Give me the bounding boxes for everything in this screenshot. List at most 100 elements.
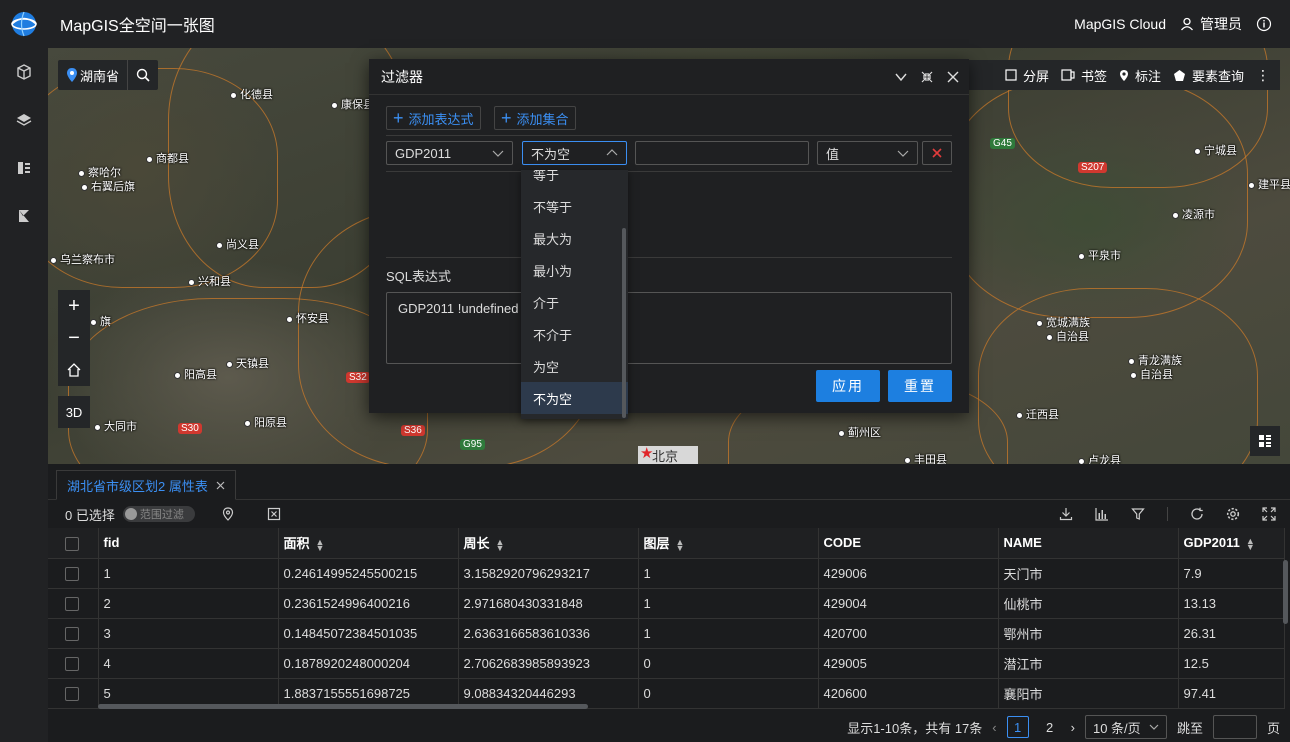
apply-button[interactable]: 应用 bbox=[816, 370, 880, 402]
settings-icon[interactable] bbox=[1226, 507, 1240, 521]
dropdown-option[interactable]: 最小为 bbox=[521, 254, 628, 286]
jump-page-input[interactable] bbox=[1212, 715, 1257, 739]
more-vertical-icon[interactable]: ⋮ bbox=[1256, 67, 1270, 84]
column-header[interactable]: NAME bbox=[998, 528, 1179, 559]
table-cell: 4 bbox=[98, 648, 279, 679]
zoom-in-button[interactable]: + bbox=[58, 290, 90, 322]
fullscreen-icon[interactable] bbox=[1262, 507, 1276, 521]
location-selector[interactable]: 湖南省 bbox=[58, 60, 159, 90]
range-filter-toggle[interactable]: 范围过滤 bbox=[122, 506, 195, 522]
column-header[interactable]: 图层 ▲ ▼ bbox=[638, 528, 819, 559]
shrink-icon[interactable] bbox=[921, 71, 933, 83]
select-all-checkbox[interactable] bbox=[48, 528, 99, 559]
basemap-switch-button[interactable] bbox=[1250, 426, 1280, 456]
toolbar-separator bbox=[1167, 507, 1168, 521]
road-shield: S36 bbox=[401, 425, 425, 436]
dropdown-option[interactable]: 介于 bbox=[521, 286, 628, 318]
table-row[interactable]: 1 0.24614995245500215 3.1582920796293217 1 4… bbox=[48, 558, 1285, 589]
table-cell: 2.971680430331848 bbox=[458, 588, 639, 619]
table-cell: 天门市 bbox=[998, 558, 1179, 589]
dropdown-option[interactable]: 最大为 bbox=[521, 222, 628, 254]
chevron-down-icon[interactable] bbox=[895, 71, 907, 83]
page-2[interactable]: 2 bbox=[1039, 716, 1061, 738]
value-type-select[interactable]: 值 bbox=[817, 141, 918, 165]
dropdown-option-selected[interactable]: 不为空 bbox=[521, 382, 628, 414]
next-page-icon[interactable]: › bbox=[1071, 720, 1075, 735]
add-set-button[interactable]: + 添加集合 bbox=[494, 106, 576, 130]
row-checkbox[interactable] bbox=[48, 618, 99, 649]
operator-select[interactable]: 不为空 bbox=[522, 141, 627, 165]
chart-icon[interactable] bbox=[1095, 507, 1109, 521]
jump-label: 跳至 bbox=[1176, 720, 1203, 736]
table-row[interactable]: 2 0.2361524996400216 2.971680430331848 1 429… bbox=[48, 588, 1285, 619]
table-cell: 7.9 bbox=[1178, 558, 1285, 589]
sidebar-cube-icon[interactable] bbox=[0, 48, 48, 96]
bookmark-button[interactable]: 书签 bbox=[1061, 66, 1107, 85]
feature-query-button[interactable]: 要素查询 bbox=[1173, 66, 1244, 85]
dropdown-option[interactable]: 不介于 bbox=[521, 318, 628, 350]
table-cell: 3.1582920796293217 bbox=[458, 558, 639, 589]
vertical-scrollbar[interactable] bbox=[1283, 560, 1288, 624]
table-cell: 2 bbox=[98, 588, 279, 619]
sidebar-list-icon[interactable] bbox=[0, 144, 48, 192]
selected-count: 0 已选择 bbox=[65, 507, 115, 523]
panel-tabbar: 湖北省市级区划2 属性表 bbox=[48, 464, 1290, 500]
dropdown-option[interactable]: 为空 bbox=[521, 350, 628, 382]
3d-toggle-button[interactable]: 3D bbox=[58, 396, 90, 428]
road-shield: S30 bbox=[178, 423, 202, 434]
value-input[interactable] bbox=[635, 141, 809, 165]
sidebar-k-icon[interactable] bbox=[0, 192, 48, 240]
row-checkbox[interactable] bbox=[48, 678, 99, 709]
horizontal-scrollbar[interactable] bbox=[98, 704, 588, 709]
info-icon[interactable] bbox=[1256, 16, 1272, 32]
cloud-link[interactable]: MapGIS Cloud bbox=[1074, 16, 1166, 32]
page-size-select[interactable]: 10 条/页 bbox=[1084, 715, 1167, 739]
zoom-out-button[interactable]: − bbox=[58, 322, 90, 354]
column-header[interactable]: 周长 ▲ ▼ bbox=[458, 528, 639, 559]
home-button[interactable] bbox=[58, 354, 90, 386]
table-cell: 鄂州市 bbox=[998, 618, 1179, 649]
download-icon[interactable] bbox=[1059, 507, 1073, 521]
location-dropdown[interactable]: 湖南省 bbox=[58, 60, 129, 90]
row-checkbox[interactable] bbox=[48, 558, 99, 589]
reset-button[interactable]: 重置 bbox=[888, 370, 952, 402]
split-screen-button[interactable]: 分屏 bbox=[1005, 66, 1049, 85]
table-row[interactable]: 3 0.14845072384501035 2.6363166583610336 1 4… bbox=[48, 618, 1285, 649]
map-place-label: 右翼后旗 bbox=[81, 178, 135, 194]
dropdown-option[interactable]: 不等于 bbox=[521, 190, 628, 222]
close-icon[interactable] bbox=[216, 481, 225, 490]
app-title: MapGIS全空间一张图 bbox=[60, 18, 215, 35]
plus-icon: + bbox=[393, 107, 404, 128]
filter-dialog-header[interactable]: 过滤器 bbox=[369, 59, 969, 95]
field-select[interactable]: GDP2011 bbox=[386, 141, 513, 165]
sort-icon: ▲ ▼ bbox=[675, 536, 685, 553]
close-icon[interactable] bbox=[947, 71, 959, 83]
map-search-button[interactable] bbox=[128, 68, 158, 82]
add-expression-button[interactable]: + 添加表达式 bbox=[386, 106, 481, 130]
clear-selection-icon[interactable] bbox=[267, 507, 281, 521]
column-header[interactable]: CODE bbox=[818, 528, 999, 559]
column-header[interactable]: GDP2011 ▲ ▼ bbox=[1178, 528, 1285, 559]
column-header[interactable]: fid bbox=[98, 528, 279, 559]
dropdown-option[interactable]: 等于 bbox=[521, 170, 628, 190]
sidebar-layers-icon[interactable] bbox=[0, 96, 48, 144]
tab-attribute-table[interactable]: 湖北省市级区划2 属性表 bbox=[56, 470, 236, 500]
column-header[interactable]: 面积 ▲ ▼ bbox=[278, 528, 459, 559]
filter-icon[interactable] bbox=[1131, 507, 1145, 521]
row-checkbox[interactable] bbox=[48, 588, 99, 619]
user-menu[interactable]: 管理员 bbox=[1180, 14, 1242, 34]
page-1[interactable]: 1 bbox=[1006, 716, 1029, 738]
prev-page-icon[interactable]: ‹ bbox=[992, 720, 996, 735]
sql-expression-textarea[interactable]: GDP2011 !undefined bbox=[386, 292, 952, 364]
refresh-icon[interactable] bbox=[1190, 507, 1204, 521]
annotate-button[interactable]: 标注 bbox=[1119, 66, 1161, 85]
map-place-label: 蓟州区 bbox=[838, 424, 881, 440]
delete-expression-button[interactable] bbox=[922, 141, 952, 165]
location-icon[interactable] bbox=[221, 507, 235, 521]
globe-logo-icon[interactable] bbox=[0, 0, 48, 48]
bookmark-icon bbox=[1061, 69, 1075, 81]
divider bbox=[386, 257, 952, 258]
table-row[interactable]: 4 0.1878920248000204 2.7062683985893923 0 42… bbox=[48, 648, 1285, 679]
row-checkbox[interactable] bbox=[48, 648, 99, 679]
dropdown-scrollbar[interactable] bbox=[622, 228, 626, 418]
